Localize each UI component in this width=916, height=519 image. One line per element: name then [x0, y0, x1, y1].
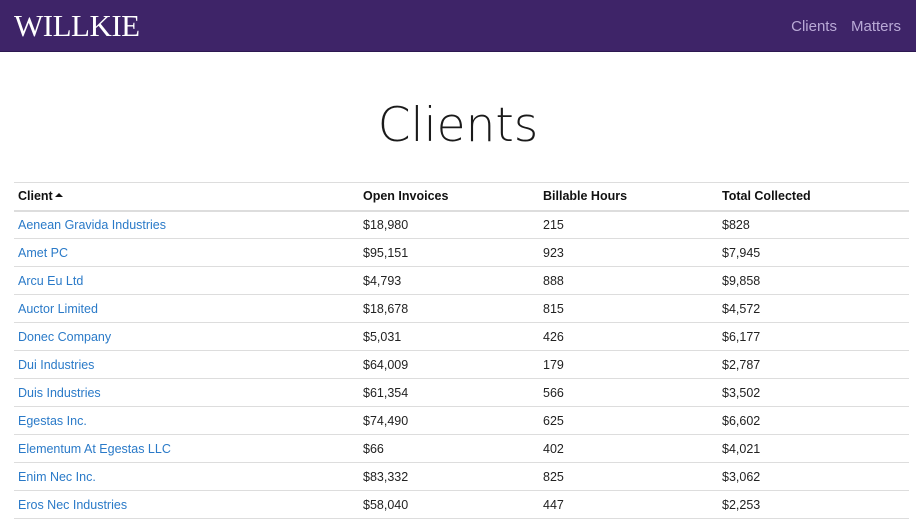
cell-client: Dui Industries [14, 350, 359, 379]
cell-total-collected: $9,858 [718, 266, 909, 295]
table-row: Eros Nec Industries $58,040 447 $2,253 [14, 490, 909, 519]
cell-billable-hours: 815 [539, 294, 718, 323]
page-title: Clients [377, 98, 539, 153]
nav-link-clients[interactable]: Clients [791, 17, 837, 37]
brand-logo[interactable]: WILLKIE [14, 9, 140, 43]
cell-client: Eros Nec Industries [14, 490, 359, 519]
table-body: Aenean Gravida Industries $18,980 215 $828 A… [14, 210, 909, 519]
table-row: Arcu Eu Ltd $4,793 888 $9,858 [14, 266, 909, 295]
cell-total-collected: $6,602 [718, 406, 909, 435]
cell-total-collected: $4,021 [718, 434, 909, 463]
cell-billable-hours: 215 [539, 210, 718, 239]
caret-up-icon [54, 193, 63, 198]
client-link[interactable]: Amet PC [18, 246, 68, 260]
client-link[interactable]: Auctor Limited [18, 302, 98, 316]
cell-client: Arcu Eu Ltd [14, 266, 359, 295]
cell-open-invoices: $4,793 [359, 266, 539, 295]
table-row: Auctor Limited $18,678 815 $4,572 [14, 294, 909, 323]
column-header-total-collected[interactable]: Total Collected [718, 182, 909, 212]
cell-open-invoices: $58,040 [359, 490, 539, 519]
table-row: Donec Company $5,031 426 $6,177 [14, 322, 909, 351]
table-row: Dui Industries $64,009 179 $2,787 [14, 350, 909, 379]
column-header-label: Client [18, 189, 53, 204]
top-navbar: WILLKIE Clients Matters [0, 0, 916, 52]
cell-client: Amet PC [14, 238, 359, 267]
cell-client: Egestas Inc. [14, 406, 359, 435]
cell-client: Enim Nec Inc. [14, 462, 359, 491]
column-header-client[interactable]: Client [14, 182, 359, 212]
table-row: Enim Nec Inc. $83,332 825 $3,062 [14, 462, 909, 491]
cell-billable-hours: 625 [539, 406, 718, 435]
cell-open-invoices: $61,354 [359, 378, 539, 407]
cell-open-invoices: $74,490 [359, 406, 539, 435]
client-link[interactable]: Elementum At Egestas LLC [18, 442, 171, 456]
nav-link-matters[interactable]: Matters [851, 17, 901, 37]
cell-billable-hours: 179 [539, 350, 718, 379]
cell-total-collected: $3,502 [718, 378, 909, 407]
cell-client: Duis Industries [14, 378, 359, 407]
client-link[interactable]: Eros Nec Industries [18, 498, 127, 512]
cell-total-collected: $2,787 [718, 350, 909, 379]
cell-total-collected: $828 [718, 210, 909, 239]
cell-open-invoices: $66 [359, 434, 539, 463]
cell-total-collected: $4,572 [718, 294, 909, 323]
table-header-row: Client Open Invoices Billable Hours Tota… [14, 182, 909, 212]
client-link[interactable]: Aenean Gravida Industries [18, 218, 166, 232]
cell-billable-hours: 566 [539, 378, 718, 407]
cell-open-invoices: $64,009 [359, 350, 539, 379]
cell-total-collected: $7,945 [718, 238, 909, 267]
cell-client: Elementum At Egestas LLC [14, 434, 359, 463]
table-row: Aenean Gravida Industries $18,980 215 $828 [14, 210, 909, 239]
cell-open-invoices: $5,031 [359, 322, 539, 351]
cell-total-collected: $6,177 [718, 322, 909, 351]
cell-billable-hours: 888 [539, 266, 718, 295]
cell-open-invoices: $18,980 [359, 210, 539, 239]
cell-client: Donec Company [14, 322, 359, 351]
cell-billable-hours: 447 [539, 490, 718, 519]
cell-billable-hours: 402 [539, 434, 718, 463]
cell-open-invoices: $18,678 [359, 294, 539, 323]
clients-table: Client Open Invoices Billable Hours Tota… [14, 182, 909, 519]
client-link[interactable]: Donec Company [18, 330, 111, 344]
cell-open-invoices: $83,332 [359, 462, 539, 491]
client-link[interactable]: Egestas Inc. [18, 414, 87, 428]
cell-total-collected: $3,062 [718, 462, 909, 491]
column-header-billable-hours[interactable]: Billable Hours [539, 182, 718, 212]
client-link[interactable]: Dui Industries [18, 358, 94, 372]
client-link[interactable]: Enim Nec Inc. [18, 470, 96, 484]
client-link[interactable]: Duis Industries [18, 386, 101, 400]
table-row: Amet PC $95,151 923 $7,945 [14, 238, 909, 267]
table-row: Egestas Inc. $74,490 625 $6,602 [14, 406, 909, 435]
nav-links: Clients Matters [791, 17, 901, 37]
cell-client: Auctor Limited [14, 294, 359, 323]
cell-client: Aenean Gravida Industries [14, 210, 359, 239]
cell-total-collected: $2,253 [718, 490, 909, 519]
cell-billable-hours: 426 [539, 322, 718, 351]
cell-billable-hours: 825 [539, 462, 718, 491]
cell-billable-hours: 923 [539, 238, 718, 267]
table-row: Elementum At Egestas LLC $66 402 $4,021 [14, 434, 909, 463]
client-link[interactable]: Arcu Eu Ltd [18, 274, 83, 288]
column-header-open-invoices[interactable]: Open Invoices [359, 182, 539, 212]
table-row: Duis Industries $61,354 566 $3,502 [14, 378, 909, 407]
cell-open-invoices: $95,151 [359, 238, 539, 267]
